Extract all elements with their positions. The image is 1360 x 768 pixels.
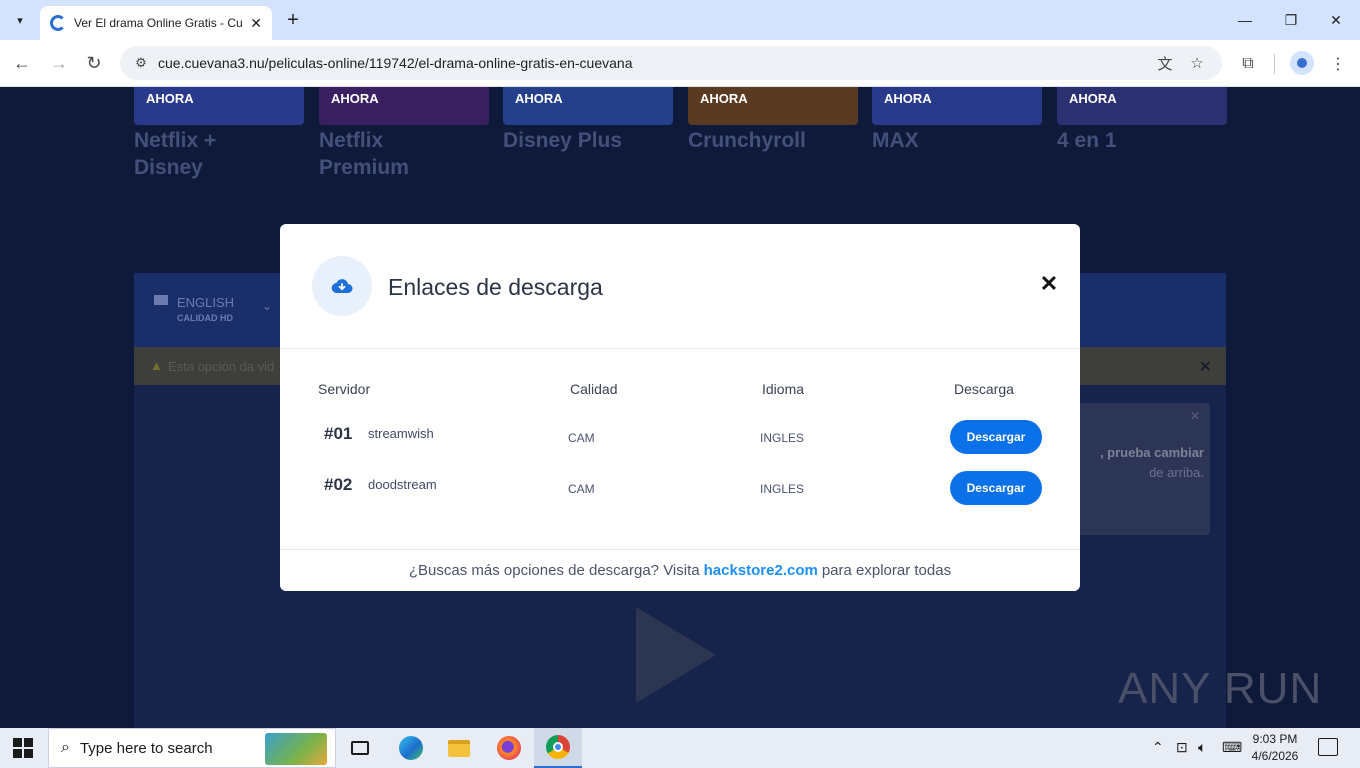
notification-icon[interactable]: [1318, 738, 1338, 756]
promo-title: Netflix Premium: [319, 129, 409, 179]
windows-taskbar: ⌕ Type here to search ⌃ ⊡ 🔈︎ ⌨ 9:03 PM 4…: [0, 728, 1360, 768]
translate-icon[interactable]: 文: [1154, 53, 1176, 73]
header-quality: Calidad: [570, 381, 618, 397]
promo-card[interactable]: AHORA Crunchyroll: [688, 87, 858, 197]
tab-title: Ver El drama Online Gratis - Cu: [74, 16, 243, 30]
hackstore-link[interactable]: hackstore2.com: [704, 562, 818, 579]
site-info-icon[interactable]: ⚙: [126, 55, 156, 71]
promo-image: AHORA: [319, 87, 489, 125]
firefox-icon[interactable]: [485, 728, 533, 768]
forward-arrow-icon[interactable]: →: [46, 50, 72, 76]
taskbar-search[interactable]: ⌕ Type here to search: [48, 728, 336, 768]
toolbar-divider: [1274, 54, 1275, 74]
warning-close-icon[interactable]: ✕: [1199, 357, 1212, 377]
clock-date: 4/6/2026: [1251, 749, 1299, 763]
download-links-modal: Enlaces de descarga ✕ Servidor Calidad I…: [280, 224, 1080, 591]
task-view-icon[interactable]: [336, 728, 384, 768]
file-explorer-icon[interactable]: [435, 728, 483, 768]
browser-menu-icon[interactable]: ⋮: [1326, 52, 1350, 76]
promo-card[interactable]: AHORA Netflix + Disney: [134, 87, 304, 197]
modal-title: Enlaces de descarga: [388, 274, 603, 300]
promo-title: 4 en 1: [1057, 129, 1117, 152]
volume-icon[interactable]: 🔈︎: [1198, 739, 1206, 756]
promo-image: AHORA: [1057, 87, 1227, 125]
row-server: doodstream: [368, 477, 437, 492]
modal-close-icon[interactable]: ✕: [1038, 271, 1060, 296]
reload-icon[interactable]: ↻: [81, 50, 107, 76]
header-download: Descarga: [954, 381, 1014, 397]
tray-chevron-icon[interactable]: ⌃: [1152, 739, 1164, 756]
new-tab-button[interactable]: +: [282, 8, 304, 32]
promo-card[interactable]: AHORA 4 en 1: [1057, 87, 1227, 197]
promo-card[interactable]: AHORA Netflix Premium: [319, 87, 489, 197]
promo-title: MAX: [872, 129, 919, 152]
maximize-button[interactable]: ❐: [1276, 8, 1306, 32]
chevron-down-icon[interactable]: ⌄: [262, 299, 272, 313]
browser-tab[interactable]: Ver El drama Online Gratis - Cu ✕: [40, 6, 272, 40]
row-quality: CAM: [568, 431, 595, 445]
network-icon[interactable]: ⊡: [1176, 739, 1188, 756]
minimize-button[interactable]: —: [1230, 8, 1260, 32]
search-icon: ⌕: [61, 739, 70, 756]
footer-text-before: ¿Buscas más opciones de descarga? Visita: [408, 562, 700, 579]
search-placeholder: Type here to search: [79, 739, 213, 757]
promo-image: AHORA: [503, 87, 673, 125]
bookmark-star-icon[interactable]: ☆: [1186, 53, 1208, 73]
promo-card[interactable]: AHORA Disney Plus: [503, 87, 673, 197]
play-icon[interactable]: [636, 607, 716, 703]
promo-image: AHORA: [134, 87, 304, 125]
tab-search-icon[interactable]: ▾: [8, 8, 32, 32]
modal-header: Enlaces de descarga ✕: [280, 224, 1080, 349]
windows-start-icon[interactable]: [8, 736, 38, 760]
warning-icon: ▲: [150, 358, 163, 373]
profile-avatar-icon[interactable]: [1290, 51, 1314, 75]
close-window-button[interactable]: ✕: [1321, 8, 1351, 32]
language-name: ENGLISH: [177, 295, 235, 310]
promo-card[interactable]: AHORA MAX: [872, 87, 1042, 197]
promo-image: AHORA: [688, 87, 858, 125]
tip-close-icon[interactable]: ✕: [1190, 409, 1200, 423]
row-quality: CAM: [568, 482, 595, 496]
promo-image: AHORA: [872, 87, 1042, 125]
edge-icon[interactable]: [387, 728, 435, 768]
browser-tabbar: ▾ Ver El drama Online Gratis - Cu ✕ + — …: [0, 0, 1360, 40]
promo-title: Netflix + Disney: [134, 129, 217, 179]
header-language: Idioma: [762, 381, 805, 397]
row-language: INGLES: [760, 431, 805, 445]
clock-time: 9:03 PM: [1252, 732, 1298, 746]
row-language: INGLES: [760, 482, 805, 496]
promo-title: Crunchyroll: [688, 129, 806, 152]
anyrun-watermark: ANY RUN: [1118, 664, 1323, 713]
cuevana-favicon-icon: [50, 15, 66, 31]
download-button[interactable]: Descargar: [950, 420, 1042, 454]
search-highlight-image: [265, 733, 327, 765]
language-quality: CALIDAD HD: [177, 313, 233, 323]
cloud-download-icon: [312, 256, 372, 316]
address-bar[interactable]: ⚙ cue.cuevana3.nu/peliculas-online/11974…: [120, 46, 1222, 80]
download-button[interactable]: Descargar: [950, 471, 1042, 505]
row-server: streamwish: [368, 426, 434, 441]
row-number: #02: [324, 475, 353, 494]
footer-text-after: para explorar todas: [821, 562, 952, 579]
chrome-icon[interactable]: [534, 728, 582, 768]
taskbar-clock[interactable]: 9:03 PM 4/6/2026: [1240, 731, 1310, 765]
modal-footer: ¿Buscas más opciones de descarga? Visita…: [280, 549, 1080, 591]
extensions-icon[interactable]: ⧉: [1236, 52, 1260, 76]
row-number: #01: [324, 424, 353, 443]
url-text[interactable]: cue.cuevana3.nu/peliculas-online/119742/…: [158, 55, 632, 71]
us-flag-icon: [154, 295, 168, 305]
header-server: Servidor: [318, 381, 371, 397]
warning-text: Esta opción da vid: [168, 359, 275, 374]
back-arrow-icon[interactable]: ←: [9, 50, 35, 76]
browser-toolbar: ← → ↻ ⚙ cue.cuevana3.nu/peliculas-online…: [0, 40, 1360, 87]
promo-title: Disney Plus: [503, 129, 623, 152]
tab-close-icon[interactable]: ✕: [250, 15, 262, 32]
